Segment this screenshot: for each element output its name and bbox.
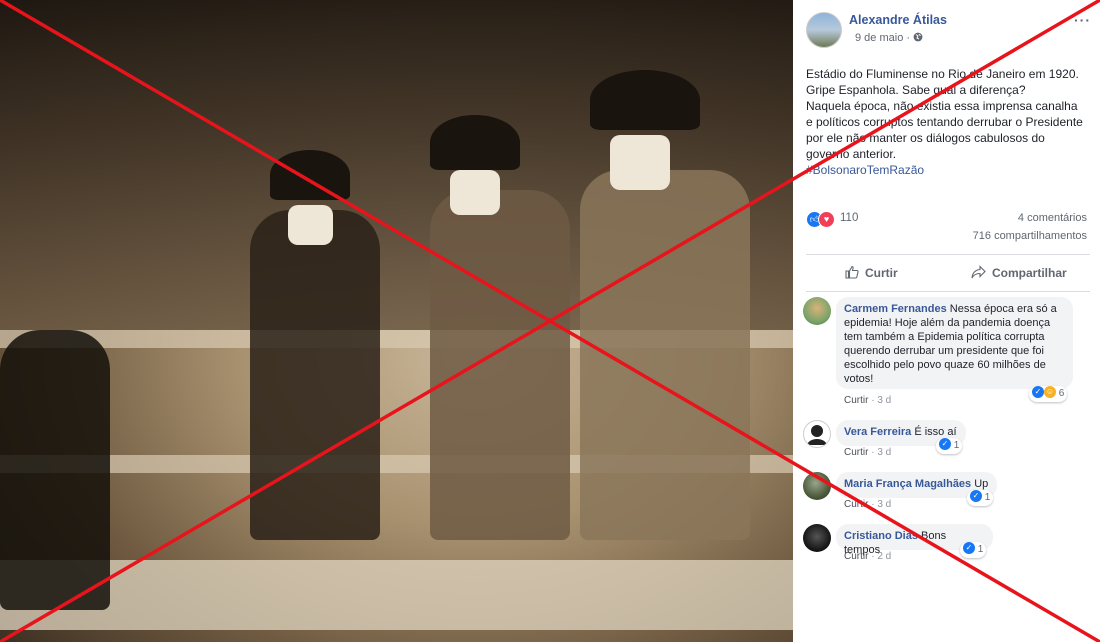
comment-reaction-count: 1 (953, 440, 960, 451)
love-reaction-icon: ♥ (818, 211, 835, 228)
post-text-line: Naquela época, não existia essa imprensa… (806, 99, 1078, 113)
more-options-icon[interactable]: ··· (1074, 12, 1091, 28)
like-reaction-icon: ✓ (939, 438, 951, 451)
thumbs-up-icon (845, 264, 859, 280)
comment-reaction-count: 1 (984, 492, 991, 503)
comment-age: 3 d (877, 499, 892, 510)
post-meta: 9 de maio · (855, 32, 923, 44)
post-action-bar: Curtir Compartilhar (806, 254, 1090, 292)
comment-age: 3 d (877, 395, 892, 406)
comment-actions: Curtir · 2 d (844, 551, 892, 562)
commenter-avatar[interactable] (803, 420, 831, 448)
photo-mask (610, 135, 670, 190)
like-reaction-icon: ✓ (1032, 386, 1044, 399)
globe-icon (913, 32, 923, 44)
commenter-avatar[interactable] (803, 524, 831, 552)
comment-age: 3 d (877, 447, 892, 458)
commenter-avatar[interactable] (803, 297, 831, 325)
comment-reactions[interactable]: ✓ ☺ 6 (1029, 386, 1068, 402)
reaction-count: 110 (840, 212, 859, 224)
like-reaction-icon: ✓ (970, 490, 982, 503)
post-text-line: Estádio do Fluminense no Rio de Janeiro … (806, 67, 1079, 81)
comment-like-link[interactable]: Curtir (844, 447, 868, 458)
share-button[interactable]: Compartilhar (971, 264, 1067, 280)
photo-mask (450, 170, 500, 215)
comment-bubble: Carmem Fernandes Nessa época era só a ep… (836, 297, 1073, 389)
comment-age: 2 d (877, 551, 892, 562)
author-name[interactable]: Alexandre Átilas (849, 13, 947, 27)
post-text-line: governo anterior. (806, 147, 897, 161)
like-button-label: Curtir (865, 266, 898, 280)
post-header: Alexandre Átilas 9 de maio · ··· (806, 12, 1091, 48)
shares-count[interactable]: 716 compartilhamentos (973, 230, 1087, 242)
photo-mask (288, 205, 333, 245)
photo-stand-base (0, 560, 793, 630)
post-text-line: e políticos corruptos tentando derrubar … (806, 115, 1083, 129)
photo-figure (430, 190, 570, 540)
comment-text: Nessa época era só a epidemia! Hoje além… (844, 303, 1057, 385)
hashtag-link[interactable]: #BolsonaroTemRazão (806, 162, 1090, 178)
like-button[interactable]: Curtir (845, 264, 898, 280)
comment-like-link[interactable]: Curtir (844, 395, 868, 406)
photo-figure (0, 330, 110, 610)
photo-hat (590, 70, 700, 130)
comment-like-link[interactable]: Curtir (844, 551, 868, 562)
photo-figure (250, 210, 380, 540)
comment-actions: Curtir · 3 d (844, 499, 892, 510)
author-avatar[interactable] (806, 12, 842, 48)
share-arrow-icon (971, 264, 986, 280)
comment-like-link[interactable]: Curtir (844, 499, 868, 510)
comment-reactions[interactable]: ✓ 1 (960, 542, 987, 558)
like-reaction-icon: ✓ (963, 542, 975, 555)
haha-reaction-icon: ☺ (1044, 386, 1056, 399)
comment-reactions[interactable]: ✓ 1 (967, 490, 994, 506)
post-text-line: Gripe Espanhola. Sabe qual a diferença? (806, 83, 1026, 97)
photo-figure (580, 170, 750, 540)
commenter-name[interactable]: Cristiano Dias (844, 530, 918, 542)
commenter-avatar[interactable] (803, 472, 831, 500)
post-photo[interactable] (0, 0, 793, 642)
commenter-name[interactable]: Carmem Fernandes (844, 303, 947, 315)
comment-actions: Curtir · 3 d (844, 447, 892, 458)
comment-reaction-count: 1 (977, 544, 984, 555)
comment-reactions[interactable]: ✓ 1 (936, 438, 963, 454)
comment-text: Up (974, 478, 989, 490)
comment-actions: Curtir · 3 d (844, 395, 892, 406)
comment-reaction-count: 6 (1058, 388, 1065, 399)
post-date[interactable]: 9 de maio (855, 32, 903, 44)
comment-text: É isso aí (914, 426, 957, 438)
post-text: Estádio do Fluminense no Rio de Janeiro … (806, 66, 1090, 178)
photo-hat (430, 115, 520, 170)
commenter-name[interactable]: Maria França Magalhães (844, 478, 971, 490)
share-button-label: Compartilhar (992, 266, 1067, 280)
commenter-name[interactable]: Vera Ferreira (844, 426, 911, 438)
post-text-line: por ele não manter os diálogos cabulosos… (806, 131, 1045, 145)
photo-hat (270, 150, 350, 200)
post-panel: Alexandre Átilas 9 de maio · ··· Estádio… (793, 0, 1100, 642)
comments-count[interactable]: 4 comentários (1018, 212, 1087, 224)
